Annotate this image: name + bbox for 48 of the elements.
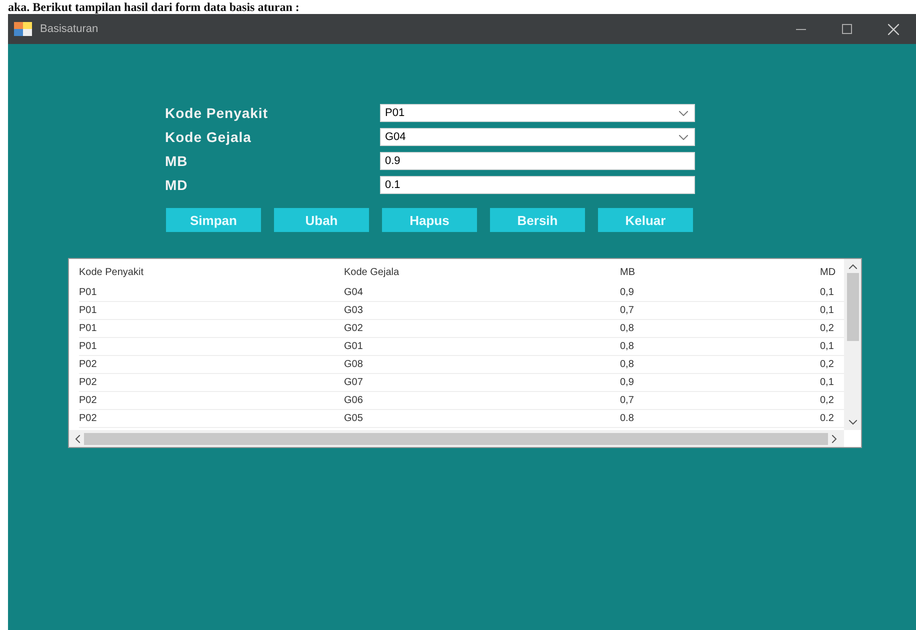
- table-cell: P01: [79, 284, 344, 302]
- field-label: MB: [165, 153, 189, 169]
- table-cell: G08: [344, 356, 620, 374]
- table-cell: P01: [79, 302, 344, 320]
- scroll-thumb[interactable]: [84, 432, 828, 444]
- field-label: Kode Gejala: [165, 129, 252, 145]
- caption-text: aka. Berikut tampilan hasil dari form data basis aturan :: [7, 0, 300, 14]
- table-cell: 0,9: [620, 284, 820, 302]
- table-cell: G02: [344, 320, 620, 338]
- chevron-down-icon[interactable]: [679, 134, 688, 140]
- close-icon[interactable]: [888, 24, 898, 34]
- table-cell: G05: [344, 410, 620, 428]
- table-cell: 0,8: [620, 320, 820, 338]
- table-cell: G01: [344, 338, 620, 356]
- column-header[interactable]: Kode Gejala: [344, 262, 620, 284]
- field-label: MD: [165, 177, 189, 193]
- input-field[interactable]: 0.1: [380, 176, 695, 194]
- horizontal-scrollbar[interactable]: [69, 430, 844, 447]
- table-cell: G07: [344, 374, 620, 392]
- table-cell: G03: [344, 302, 620, 320]
- column-header[interactable]: Kode Penyakit: [79, 262, 344, 284]
- table-cell: P01: [79, 320, 344, 338]
- table-cell: P02: [79, 392, 344, 410]
- table-cell: 0.8: [620, 410, 820, 428]
- chevron-down-icon[interactable]: [679, 110, 688, 116]
- dropdown-field[interactable]: P01: [380, 104, 695, 122]
- column-header[interactable]: MD: [820, 262, 844, 284]
- table-cell: 0,7: [620, 392, 820, 410]
- field-label: Kode Penyakit: [165, 105, 269, 121]
- scroll-thumb[interactable]: [846, 273, 858, 341]
- minimize-icon[interactable]: [796, 28, 806, 30]
- table-cell: G04: [344, 284, 620, 302]
- app-icon: [14, 22, 32, 36]
- maximize-icon[interactable]: [842, 24, 852, 34]
- dropdown-field[interactable]: G04: [380, 128, 695, 146]
- column-header[interactable]: MB: [620, 262, 820, 284]
- table-cell: P02: [79, 356, 344, 374]
- vertical-scrollbar[interactable]: [844, 259, 861, 430]
- table-cell: 0,8: [620, 356, 820, 374]
- table-cell: P02: [79, 374, 344, 392]
- table-cell: G06: [344, 392, 620, 410]
- table-cell: P01: [79, 338, 344, 356]
- table-cell: 0,7: [620, 302, 820, 320]
- table-cell: 0,8: [620, 338, 820, 356]
- table-cell: P02: [79, 410, 344, 428]
- input-field[interactable]: 0.9: [380, 152, 695, 170]
- table-cell: 0,9: [620, 374, 820, 392]
- window-title: Basisaturan: [40, 23, 100, 35]
